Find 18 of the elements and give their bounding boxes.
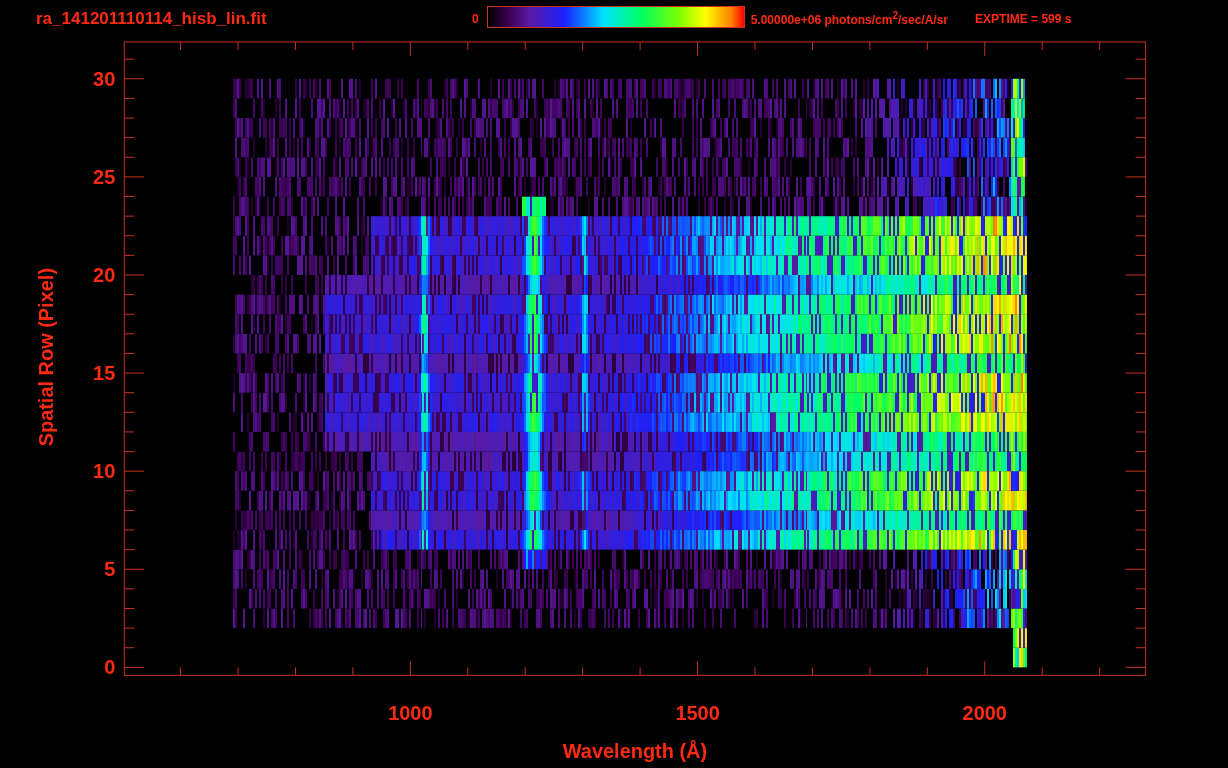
y-tick-label: 25 — [93, 165, 116, 188]
y-axis-label: Spatial Row (Pixel) — [35, 267, 58, 447]
x-tick-label: 1000 — [388, 702, 433, 725]
y-tick-label: 30 — [93, 67, 116, 90]
y-tick-label: 5 — [104, 558, 116, 581]
y-tick-label: 20 — [93, 263, 116, 286]
colorbar-max-label: 5.00000e+06 photons/cm$^{2}$/sec/A/sr — [750, 10, 949, 28]
y-tick-label: 10 — [93, 460, 116, 483]
y-tick-label: 0 — [104, 656, 116, 679]
x-axis-label: Wavelength (Å) — [562, 740, 708, 763]
x-tick-label: 2000 — [962, 702, 1007, 725]
spectrum-row — [1012, 647, 1027, 668]
spectrum-row — [1012, 628, 1027, 648]
file-title: ra_141201110114_hisb_lin.fit — [36, 8, 268, 29]
y-tick-label: 15 — [93, 361, 116, 384]
exposure-time: EXPTIME = 599 s — [975, 11, 1072, 26]
colorbar-min-label: 0 — [472, 11, 479, 26]
x-tick-label: 1500 — [675, 702, 720, 725]
